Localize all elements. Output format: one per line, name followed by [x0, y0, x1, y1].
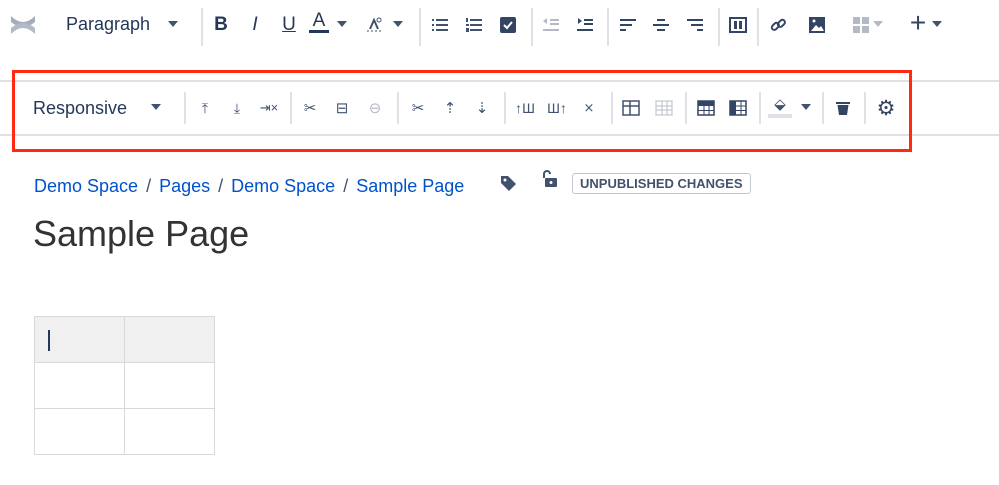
cell-background-color-icon[interactable]: ⬙ — [768, 94, 792, 118]
numbered-list-icon[interactable] — [462, 13, 486, 37]
content-table — [34, 316, 215, 455]
page-layout-icon[interactable] — [726, 13, 750, 37]
table-cell[interactable] — [124, 408, 215, 455]
breadcrumb-item[interactable]: Sample Page — [356, 176, 464, 196]
table-width-dropdown[interactable]: Responsive — [33, 98, 127, 119]
table-header-cell[interactable] — [124, 316, 215, 363]
breadcrumb-separator: / — [218, 176, 224, 196]
chevron-down-icon[interactable] — [932, 21, 942, 27]
delete-row-icon[interactable]: ⇥× — [257, 96, 281, 120]
divider — [864, 92, 866, 124]
label-tag-icon[interactable] — [496, 171, 520, 195]
divider — [611, 92, 613, 124]
insert-row-above-icon[interactable]: ⤒ — [193, 96, 217, 120]
align-center-icon[interactable] — [649, 13, 673, 37]
chevron-down-icon[interactable] — [393, 21, 403, 27]
page-title[interactable]: Sample Page — [33, 213, 249, 255]
indent-icon[interactable] — [573, 13, 597, 37]
text-color-button[interactable]: A — [309, 10, 329, 33]
table-icon[interactable] — [849, 13, 873, 37]
divider — [184, 92, 186, 124]
divider — [685, 92, 687, 124]
divider — [419, 8, 421, 46]
underline-button[interactable]: U — [277, 13, 301, 37]
insert-column-before-icon[interactable]: ↑Ш — [513, 96, 537, 120]
breadcrumb-item[interactable]: Demo Space — [231, 176, 335, 196]
bullet-list-icon[interactable] — [428, 13, 452, 37]
copy-column-icon[interactable]: ⇡ — [438, 96, 462, 120]
confluence-logo[interactable] — [8, 10, 38, 40]
delete-column-icon[interactable]: ⨯ — [577, 96, 601, 120]
breadcrumb-separator: / — [343, 176, 349, 196]
insert-column-after-icon[interactable]: Ш↑ — [545, 96, 569, 120]
breadcrumb-separator: / — [146, 176, 152, 196]
align-right-icon[interactable] — [683, 13, 707, 37]
table-width-label: Responsive — [33, 98, 128, 118]
chevron-down-icon[interactable] — [801, 104, 811, 110]
merge-cells-icon[interactable] — [619, 96, 643, 120]
split-cells-icon[interactable] — [652, 96, 676, 120]
chevron-down-icon[interactable] — [337, 21, 347, 27]
image-icon[interactable] — [805, 13, 829, 37]
divider — [718, 8, 720, 46]
chevron-down-icon[interactable] — [168, 21, 178, 27]
table-cell[interactable] — [124, 362, 215, 409]
divider — [607, 8, 609, 46]
link-icon[interactable] — [766, 13, 790, 37]
cut-row-icon[interactable]: ✂ — [298, 96, 322, 120]
outdent-icon[interactable] — [539, 13, 563, 37]
table-header-cell[interactable] — [34, 316, 125, 363]
text-cursor — [48, 330, 50, 351]
table-row — [34, 362, 215, 409]
breadcrumb: Demo Space / Pages / Demo Space / Sample Page — [34, 176, 464, 197]
table-cell[interactable] — [34, 408, 125, 455]
divider — [504, 92, 506, 124]
divider — [201, 8, 203, 46]
divider — [757, 8, 759, 46]
align-left-icon[interactable] — [616, 13, 640, 37]
table-cell[interactable] — [34, 362, 125, 409]
copy-row-icon[interactable]: ⊟ — [330, 96, 354, 120]
bold-button[interactable]: B — [209, 13, 233, 37]
breadcrumb-item[interactable]: Demo Space — [34, 176, 138, 196]
divider — [822, 92, 824, 124]
table-row — [34, 316, 215, 363]
divider — [290, 92, 292, 124]
unlocked-icon[interactable] — [537, 167, 561, 191]
task-list-icon[interactable] — [496, 13, 520, 37]
insert-more-button[interactable]: + — [906, 7, 930, 38]
italic-button[interactable]: I — [243, 13, 267, 37]
paste-row-icon[interactable]: ⊖ — [363, 96, 387, 120]
paste-column-icon[interactable]: ⇣ — [470, 96, 494, 120]
chevron-down-icon[interactable] — [873, 21, 883, 27]
divider — [531, 8, 533, 46]
breadcrumb-item[interactable]: Pages — [159, 176, 210, 196]
text-effects-icon[interactable] — [362, 13, 386, 37]
chevron-down-icon[interactable] — [151, 104, 161, 110]
insert-row-below-icon[interactable]: ⤓ — [225, 96, 249, 120]
gear-icon[interactable]: ⚙ — [874, 96, 898, 120]
table-row — [34, 408, 215, 455]
divider — [397, 92, 399, 124]
paragraph-style-label: Paragraph — [66, 14, 151, 34]
header-column-icon[interactable] — [726, 96, 750, 120]
header-row-icon[interactable] — [694, 96, 718, 120]
delete-table-icon[interactable] — [831, 96, 855, 120]
status-badge: UNPUBLISHED CHANGES — [572, 173, 751, 194]
divider — [759, 92, 761, 124]
cut-column-icon[interactable]: ✂ — [406, 96, 430, 120]
